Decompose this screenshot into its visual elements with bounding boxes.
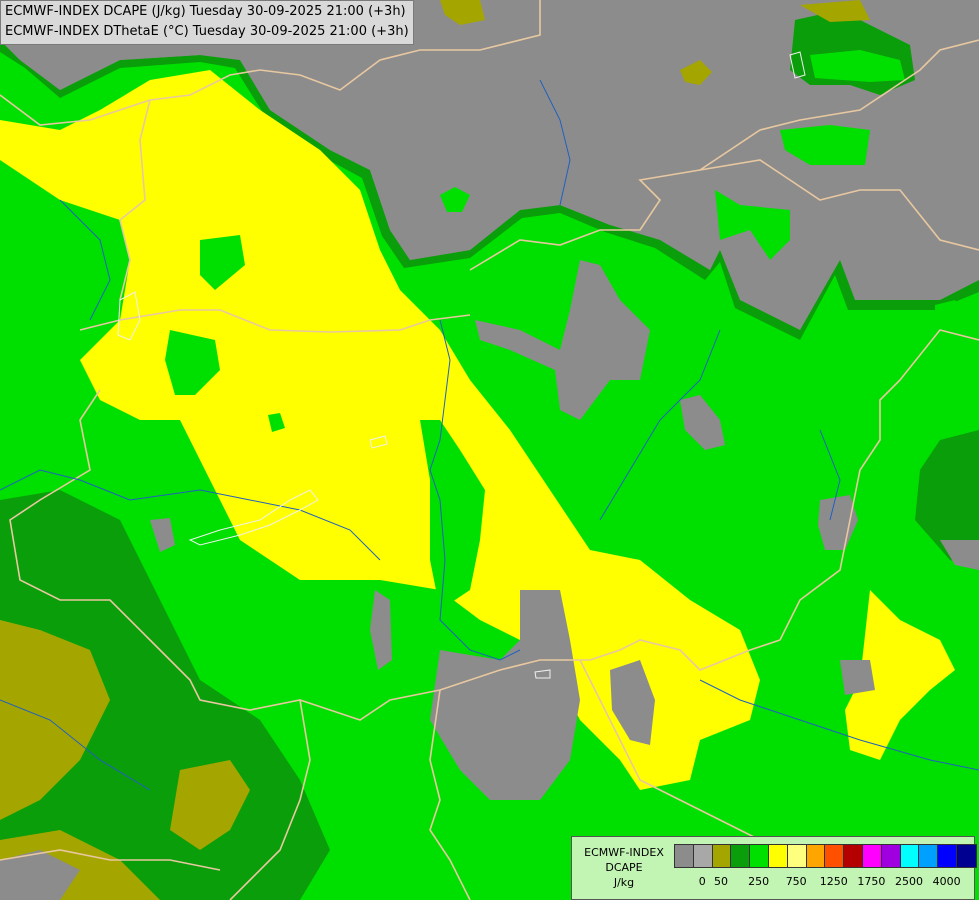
legend-title-line2: DCAPE	[605, 861, 643, 874]
legend-title: ECMWF-INDEX DCAPE J/kg	[576, 845, 672, 890]
title-line-dthetae: ECMWF-INDEX DThetaE (°C) Tuesday 30-09-2…	[5, 24, 409, 39]
legend-swatch	[693, 845, 713, 867]
legend-swatch	[768, 845, 788, 867]
legend-swatch	[900, 845, 920, 867]
legend-swatch	[731, 845, 751, 867]
legend-tick-label: 2500	[895, 875, 923, 888]
legend-tick-label: 50	[714, 875, 728, 888]
legend-swatch	[919, 845, 939, 867]
legend-swatch	[675, 845, 694, 867]
legend-tick-label: 4000	[932, 875, 961, 888]
legend-swatch	[844, 845, 863, 867]
legend-tick-label: 1250	[819, 875, 848, 888]
legend-swatch	[881, 845, 901, 867]
legend-title-line1: ECMWF-INDEX	[584, 846, 664, 859]
map-title-box: ECMWF-INDEX DCAPE (J/kg) Tuesday 30-09-2…	[0, 0, 414, 45]
dcape-map	[0, 0, 979, 900]
legend-unit: J/kg	[613, 876, 635, 889]
color-legend: ECMWF-INDEX DCAPE J/kg 0 50 250 750 1250 1750…	[571, 836, 977, 900]
legend-tick-label: 1750	[857, 875, 886, 888]
legend-swatch	[712, 845, 732, 867]
legend-swatches	[674, 844, 977, 868]
legend-swatch	[862, 845, 882, 867]
legend-tick-label: 0	[698, 875, 706, 888]
legend-swatch	[787, 845, 807, 867]
title-line-dcape: ECMWF-INDEX DCAPE (J/kg) Tuesday 30-09-2…	[5, 4, 406, 19]
legend-ticks: 0 50 250 750 1250 1750 2500 4000	[674, 875, 974, 889]
legend-swatch	[938, 845, 957, 867]
legend-tick-label: 250	[748, 875, 770, 888]
legend-swatch	[750, 845, 769, 867]
legend-tick-label: 750	[785, 875, 807, 888]
legend-swatch	[806, 845, 826, 867]
region-gray-e4	[840, 660, 875, 695]
legend-swatch	[825, 845, 845, 867]
legend-swatch	[956, 845, 976, 867]
